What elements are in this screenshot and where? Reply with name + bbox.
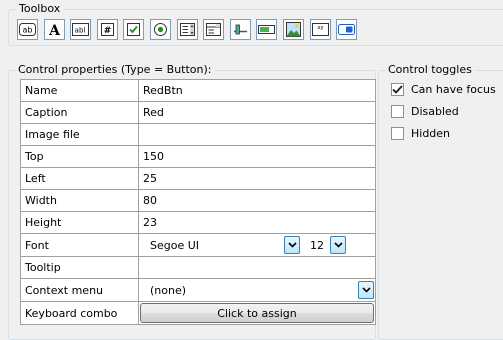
prop-row-height: Height 23 — [20, 211, 376, 234]
prop-row-keyboard: Keyboard combo Click to assign — [20, 301, 376, 325]
prop-row-caption: Caption Red — [20, 101, 376, 124]
hidden-checkbox[interactable] — [391, 127, 404, 140]
toolbox-button-combobox[interactable] — [203, 19, 225, 40]
toolbox-button-chart[interactable]: xy — [309, 19, 331, 40]
button-tool-icon: ab — [19, 23, 36, 36]
properties-grid: Name RedBtn Caption Red Image file Top 1… — [20, 79, 376, 325]
combobox-tool-icon — [206, 22, 222, 37]
slider-tool-icon — [233, 22, 248, 37]
toolbox-button-button[interactable]: ab — [17, 19, 38, 40]
context-menu-select[interactable]: (none) — [140, 280, 374, 300]
textbox-tool-icon: abl — [72, 23, 90, 36]
assign-shortcut-button[interactable]: Click to assign — [140, 303, 374, 323]
prop-label: Top — [20, 145, 139, 168]
toolbox-tools: ab Aabl # xy — [17, 19, 363, 40]
prop-row-name: Name RedBtn — [20, 79, 376, 102]
prop-label: Context menu — [20, 278, 139, 302]
font-controls: Segoe UI 12 — [140, 235, 374, 255]
can-focus-label: Can have focus — [411, 83, 496, 96]
name-field[interactable]: RedBtn — [138, 79, 376, 102]
properties-group: Control properties (Type = Button): Name… — [8, 63, 376, 340]
prop-label: Width — [20, 189, 139, 212]
font-family-select[interactable]: Segoe UI — [140, 239, 284, 252]
prop-row-width: Width 80 — [20, 189, 376, 212]
svg-text:A: A — [48, 23, 61, 37]
toggles-group: Control toggles Can have focus Disabled … — [378, 63, 503, 340]
prop-row-font: Font Segoe UI 12 — [20, 233, 376, 257]
image-tool-icon — [285, 22, 301, 37]
toolbox-button-numeric[interactable]: # — [96, 19, 118, 40]
listbox-tool-icon — [179, 22, 195, 37]
toolbox-button-slider[interactable] — [229, 19, 251, 40]
toggles-title: Control toggles — [385, 63, 475, 77]
svg-text:ab: ab — [23, 26, 33, 35]
checkbox-tool-icon — [126, 22, 141, 37]
disabled-toggle[interactable]: Disabled — [391, 105, 459, 118]
width-field[interactable]: 80 — [138, 189, 376, 212]
prop-row-tooltip: Tooltip — [20, 256, 376, 279]
toolbox-button-textbox[interactable]: abl — [70, 19, 92, 40]
prop-label: Height — [20, 211, 139, 234]
disabled-label: Disabled — [411, 105, 459, 118]
font-cell: Segoe UI 12 — [138, 233, 376, 257]
svg-text:#: # — [104, 26, 112, 36]
chevron-down-icon[interactable] — [330, 236, 346, 254]
prop-row-image: Image file — [20, 123, 376, 146]
toggle-tool-icon — [338, 24, 356, 35]
prop-row-context-menu: Context menu (none) — [20, 278, 376, 302]
chevron-down-icon[interactable] — [284, 236, 300, 254]
toolbox-group: Toolbox ab Aabl # xy — [8, 2, 503, 46]
hidden-toggle[interactable]: Hidden — [391, 127, 450, 140]
numeric-tool-icon: # — [100, 22, 115, 37]
prop-row-left: Left 25 — [20, 167, 376, 190]
label-tool-icon: A — [47, 22, 62, 37]
can-focus-checkbox[interactable] — [391, 83, 404, 96]
left-field[interactable]: 25 — [138, 167, 376, 190]
radio-tool-icon — [153, 22, 168, 37]
image-file-field[interactable] — [138, 123, 376, 146]
prop-label: Font — [20, 233, 139, 257]
toolbox-button-listbox[interactable] — [176, 19, 198, 40]
context-menu-cell: (none) — [138, 278, 376, 302]
caption-field[interactable]: Red — [138, 101, 376, 124]
progressbar-tool-icon — [258, 24, 276, 35]
top-field[interactable]: 150 — [138, 145, 376, 168]
toolbox-button-image[interactable] — [282, 19, 304, 40]
height-field[interactable]: 23 — [138, 211, 376, 234]
svg-text:abl: abl — [75, 27, 86, 35]
context-menu-value: (none) — [150, 283, 187, 297]
can-focus-toggle[interactable]: Can have focus — [391, 83, 496, 96]
keyboard-cell: Click to assign — [138, 301, 376, 325]
toolbox-button-toggle[interactable] — [336, 19, 358, 40]
properties-title: Control properties (Type = Button): — [15, 63, 215, 77]
hidden-label: Hidden — [411, 127, 451, 140]
prop-label: Keyboard combo — [20, 301, 139, 325]
chart-tool-icon: xy — [311, 22, 329, 37]
toolbox-button-progressbar[interactable] — [256, 19, 278, 40]
toolbox-button-label[interactable]: A — [43, 19, 65, 40]
prop-label: Name — [20, 79, 139, 102]
svg-text:xy: xy — [317, 25, 323, 31]
prop-label: Tooltip — [20, 256, 139, 279]
tooltip-field[interactable] — [138, 256, 376, 279]
prop-label: Left — [20, 167, 139, 190]
prop-row-top: Top 150 — [20, 145, 376, 168]
toolbox-title: Toolbox — [16, 2, 64, 16]
chevron-down-icon[interactable] — [358, 281, 374, 299]
toolbox-button-radio[interactable] — [149, 19, 171, 40]
prop-label: Caption — [20, 101, 139, 124]
disabled-checkbox[interactable] — [391, 105, 404, 118]
prop-label: Image file — [20, 123, 139, 146]
font-size-select[interactable]: 12 — [300, 239, 330, 252]
toolbox-button-checkbox[interactable] — [123, 19, 145, 40]
